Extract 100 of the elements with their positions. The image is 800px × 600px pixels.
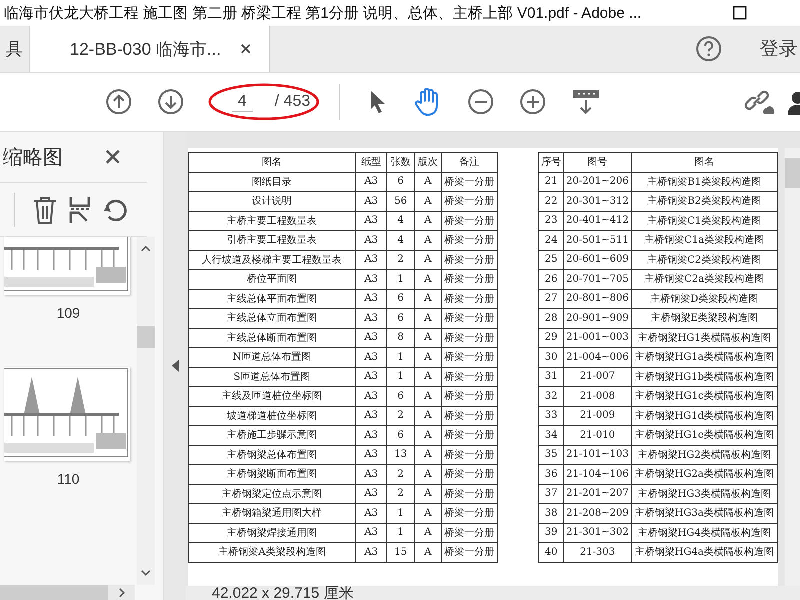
table-cell: A xyxy=(414,464,442,484)
table-cell: A3 xyxy=(356,445,387,464)
table-cell: 20-801~806 xyxy=(564,289,632,308)
table-cell: A xyxy=(414,192,442,211)
table-cell: 29 xyxy=(538,328,564,348)
table-cell: 21 xyxy=(538,172,564,192)
table-cell: A xyxy=(414,406,442,426)
table-cell: A3 xyxy=(356,542,387,562)
column-header: 序号 xyxy=(538,152,564,172)
table-cell: 设计说明 xyxy=(188,192,356,211)
table-cell: 主桥钢梁E类梁段构造图 xyxy=(632,308,778,328)
table-cell: 主桥钢梁D类梁段构造图 xyxy=(632,289,778,308)
table-cell: 桥梁一分册 xyxy=(441,328,498,348)
table-cell: A xyxy=(414,348,442,367)
table-cell: 桥梁一分册 xyxy=(441,270,498,289)
table-cell: 图纸目录 xyxy=(188,172,356,192)
table-cell: 21-303 xyxy=(564,542,632,562)
table-cell: A3 xyxy=(356,386,387,406)
window-title: 临海市伏龙大桥工程 施工图 第二册 桥梁工程 第1分册 说明、总体、主桥上部 V01.pdf - Adobe ... xyxy=(4,4,642,22)
table-cell: 25 xyxy=(538,250,564,270)
table-cell: 37 xyxy=(538,484,564,504)
table-cell: A xyxy=(414,484,442,504)
table-cell: 主桥钢梁C2a类梁段构造图 xyxy=(632,270,778,289)
table-cell: 24 xyxy=(538,230,564,250)
table-cell: 主桥钢梁HG4类横隔板构造图 xyxy=(632,523,778,542)
table-cell: A xyxy=(414,172,442,192)
table-cell: 6 xyxy=(386,386,415,406)
table-cell: 主桥钢梁定位点示意图 xyxy=(188,484,356,504)
column-header: 图号 xyxy=(564,152,632,172)
table-cell: 主桥钢梁HG1b类横隔板构造图 xyxy=(632,367,778,386)
table-cell: 20-601~609 xyxy=(564,250,632,270)
table-cell: 主桥钢梁HG2a类横隔板构造图 xyxy=(632,464,778,484)
table-cell: 主桥钢梁C2类梁段构造图 xyxy=(632,250,778,270)
panel-title: 缩略图 xyxy=(3,146,63,170)
table-cell: 桥梁一分册 xyxy=(441,504,498,523)
table-cell: 21-001~003 xyxy=(564,328,632,348)
table-cell: 主桥钢梁HG1e类横隔板构造图 xyxy=(632,426,778,445)
table-cell: 2 xyxy=(386,250,415,270)
table-cell: 主线及匝道桩位坐标图 xyxy=(188,386,356,406)
table-cell: A3 xyxy=(356,523,387,542)
table-cell: 主线总体平面布置图 xyxy=(188,289,356,308)
table-cell: 34 xyxy=(538,426,564,445)
table-cell: 23 xyxy=(538,211,564,230)
column-header: 图名 xyxy=(632,152,778,172)
table-cell: 39 xyxy=(538,523,564,542)
table-cell: A xyxy=(414,328,442,348)
table-cell: 桥梁一分册 xyxy=(441,289,498,308)
table-cell: 8 xyxy=(386,328,415,348)
table-cell: 21-004~006 xyxy=(564,348,632,367)
table-cell: 20-901~909 xyxy=(564,308,632,328)
table-cell: 桥梁一分册 xyxy=(441,386,498,406)
table-cell: 主桥钢梁HG3类横隔板构造图 xyxy=(632,484,778,504)
table-cell: A xyxy=(414,386,442,406)
table-cell: A3 xyxy=(356,464,387,484)
page-number-field[interactable]: 4 xyxy=(232,92,253,112)
table-cell: 主桥钢箱梁通用图大样 xyxy=(188,504,356,523)
table-cell: 桥梁一分册 xyxy=(441,230,498,250)
table-cell: A xyxy=(414,504,442,523)
table-cell: 30 xyxy=(538,348,564,367)
table-cell: A3 xyxy=(356,328,387,348)
document-tab[interactable]: 12-BB-030 临海市... xyxy=(30,26,270,72)
table-cell: 22 xyxy=(538,192,564,211)
column-header: 备注 xyxy=(441,152,498,172)
table-cell: 桥梁一分册 xyxy=(441,445,498,464)
table-cell: 主线总体立面布置图 xyxy=(188,308,356,328)
table-cell: 桥梁一分册 xyxy=(441,348,498,367)
table-cell: 32 xyxy=(538,386,564,406)
table-cell: 56 xyxy=(386,192,415,211)
table-cell: 人行坡道及楼梯主要工程数量表 xyxy=(188,250,356,270)
table-cell: A xyxy=(414,308,442,328)
table-cell: 主桥钢梁总体布置图 xyxy=(188,445,356,464)
table-cell: 主桥钢梁断面布置图 xyxy=(188,464,356,484)
table-cell: 主桥钢梁B1类梁段构造图 xyxy=(632,172,778,192)
table-cell: 2 xyxy=(386,464,415,484)
sign-in-button[interactable]: 登录 xyxy=(760,26,800,72)
table-cell: A xyxy=(414,270,442,289)
table-cell: A3 xyxy=(356,289,387,308)
table-cell: 主桥钢梁焊接通用图 xyxy=(188,523,356,542)
table-cell: 21-208~209 xyxy=(564,504,632,523)
table-cell: 桥梁一分册 xyxy=(441,406,498,426)
table-cell: 主桥钢梁HG4a类横隔板构造图 xyxy=(632,542,778,562)
table-cell: 主桥钢梁HG1a类横隔板构造图 xyxy=(632,348,778,367)
table-cell: A xyxy=(414,445,442,464)
table-cell: 20-201~206 xyxy=(564,172,632,192)
table-cell: A3 xyxy=(356,250,387,270)
table-cell: 主桥钢梁C1类梁段构造图 xyxy=(632,211,778,230)
table-cell: 主线总体断面布置图 xyxy=(188,328,356,348)
table-cell: 1 xyxy=(386,523,415,542)
table-cell: 4 xyxy=(386,230,415,250)
table-cell: 26 xyxy=(538,270,564,289)
table-cell: 27 xyxy=(538,289,564,308)
table-cell: A xyxy=(414,523,442,542)
table-cell: S匝道总体布置图 xyxy=(188,367,356,386)
table-cell: 21-301~302 xyxy=(564,523,632,542)
table-cell: 6 xyxy=(386,426,415,445)
table-cell: 40 xyxy=(538,542,564,562)
table-cell: 桥梁一分册 xyxy=(441,542,498,562)
table-cell: 主桥钢梁HG3a类横隔板构造图 xyxy=(632,504,778,523)
table-cell: 21-007 xyxy=(564,367,632,386)
table-cell: 13 xyxy=(386,445,415,464)
